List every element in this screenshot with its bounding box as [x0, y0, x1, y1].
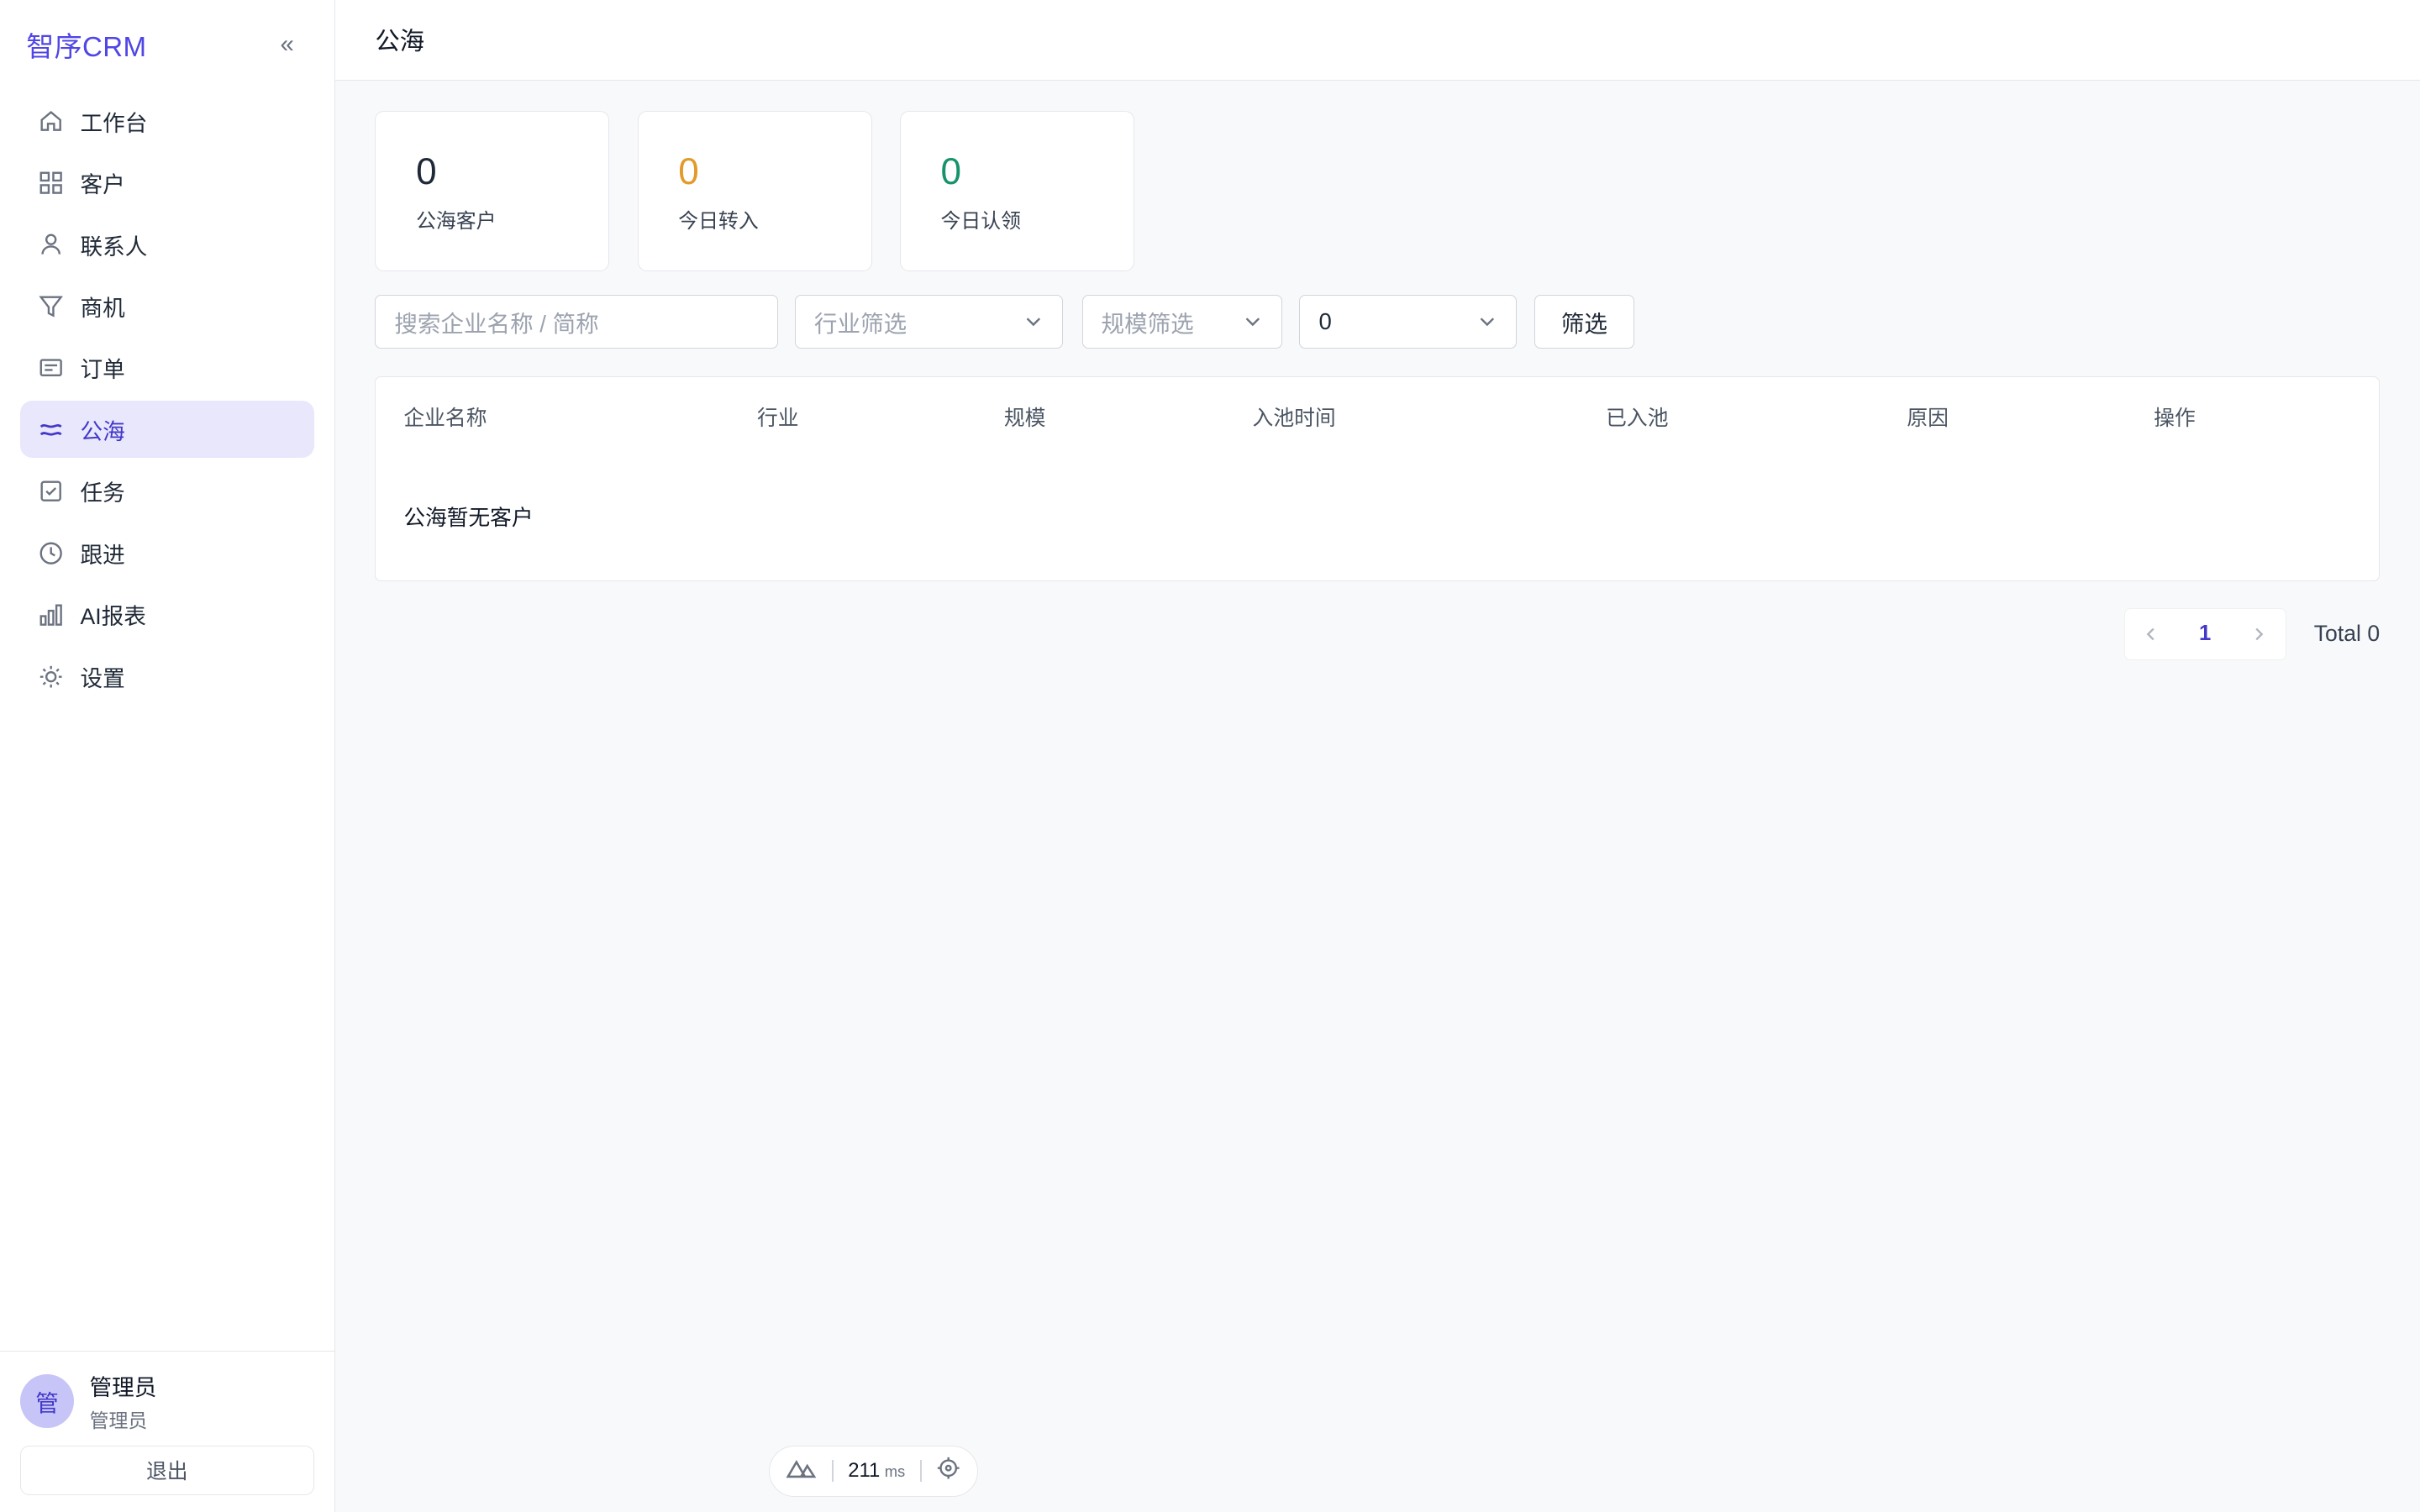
user-role: 管理员 [89, 1410, 148, 1432]
stat-label: 今日转入 [678, 210, 759, 234]
sidebar-item-settings[interactable]: 设置 [20, 648, 314, 705]
page-title: 公海 [375, 28, 425, 56]
search-input[interactable]: 搜索企业名称 / 简称 [375, 294, 778, 349]
chevron-down-icon [1480, 318, 1494, 327]
sidebar-item-label: 联系人 [80, 234, 148, 260]
column-header[interactable]: 操作 [2154, 402, 2196, 432]
sidebar-item-tasks[interactable]: 任务 [20, 463, 314, 520]
funnel-icon [39, 294, 63, 318]
user-name: 管理员 [89, 1374, 157, 1400]
app-root: 智序CRM « 工作台 客户 联系人 商机 订单 公海 任务 跟进 AI报表 设… [0, 0, 2420, 1512]
sidebar-nav: 工作台 客户 联系人 商机 订单 公海 任务 跟进 AI报表 设置 [0, 92, 334, 705]
sun-gear-icon [39, 664, 63, 689]
sidebar-item-label: 工作台 [80, 110, 148, 136]
clock-icon [39, 541, 63, 565]
user-profile: 管 管理员 管理员 [19, 1369, 314, 1434]
column-header[interactable]: 规模 [1004, 402, 1046, 432]
app-title: 智序CRM [26, 32, 147, 64]
sidebar-item-public-pool[interactable]: 公海 [19, 401, 314, 459]
days-select[interactable]: 0 [1299, 294, 1518, 349]
chevron-down-icon [1245, 318, 1260, 327]
receipt-icon [39, 355, 63, 380]
sidebar-item-ai-reports[interactable]: AI报表 [20, 586, 314, 643]
empty-state-text: 公海暂无客户 [403, 507, 534, 531]
stat-value: 0 [678, 151, 699, 193]
render-time-unit: ms [884, 1462, 906, 1481]
divider [919, 1460, 922, 1483]
page-number[interactable]: 1 [2177, 622, 2233, 646]
table-header: 企业名称 行业 规模 入池时间 已入池 原因 操作 [376, 377, 2379, 451]
sidebar-item-label: 客户 [80, 172, 125, 198]
sidebar-item-orders[interactable]: 订单 [20, 339, 314, 396]
stat-card-today-claimed: 0 今日认领 [899, 111, 1134, 272]
sidebar-item-label: 设置 [80, 665, 125, 691]
home-icon [39, 108, 63, 133]
sidebar-item-workbench[interactable]: 工作台 [20, 92, 314, 150]
sidebar-item-label: 任务 [80, 480, 125, 507]
devtools-bar: 211 ms [768, 1445, 979, 1497]
checkbox-icon [39, 479, 63, 503]
column-header[interactable]: 入池时间 [1253, 402, 1336, 432]
sidebar-item-label: 跟进 [80, 542, 125, 568]
sidebar-item-contacts[interactable]: 联系人 [20, 216, 314, 273]
sidebar-item-label: 公海 [80, 418, 125, 444]
sidebar-footer: 管 管理员 管理员 退出 [0, 1351, 334, 1512]
sidebar-item-label: 商机 [80, 296, 125, 322]
pagination: 1 Total 0 [2123, 607, 2381, 661]
stat-value: 0 [940, 151, 962, 193]
chevron-left-icon [2146, 627, 2154, 641]
industry-placeholder: 行业筛选 [813, 310, 908, 337]
pagination-controls: 1 [2123, 607, 2286, 661]
user-icon [39, 232, 63, 256]
sidebar-item-label: 订单 [80, 357, 125, 383]
column-header[interactable]: 行业 [757, 402, 799, 432]
prev-page-button[interactable] [2125, 608, 2177, 660]
days-value: 0 [1318, 307, 1332, 334]
brand-header: 智序CRM « [0, 0, 334, 90]
scale-select[interactable]: 规模筛选 [1081, 294, 1283, 349]
stat-label: 今日认领 [940, 210, 1021, 234]
industry-select[interactable]: 行业筛选 [794, 294, 1064, 349]
search-placeholder: 搜索企业名称 / 简称 [394, 310, 599, 337]
stat-value: 0 [416, 151, 437, 193]
column-header[interactable]: 企业名称 [403, 402, 487, 432]
filter-button[interactable]: 筛选 [1534, 294, 1635, 349]
chevron-right-icon [2255, 627, 2264, 641]
scale-placeholder: 规模筛选 [1101, 310, 1194, 337]
stats-row: 0 公海客户 0 今日转入 0 今日认领 [375, 111, 2380, 272]
sidebar-item-customers[interactable]: 客户 [20, 155, 314, 212]
total-count: Total 0 [2313, 621, 2381, 647]
filter-bar: 搜索企业名称 / 简称 行业筛选 规模筛选 0 筛选 [375, 294, 2380, 349]
grid-icon [39, 171, 63, 195]
crosshair-icon[interactable] [936, 1456, 960, 1486]
stat-label: 公海客户 [416, 210, 497, 234]
stat-card-pool-customers: 0 公海客户 [375, 111, 610, 272]
divider [831, 1460, 834, 1483]
page-header: 公海 [334, 0, 2420, 81]
sidebar-item-label: AI报表 [80, 604, 146, 630]
customer-table: 企业名称 行业 规模 入池时间 已入池 原因 操作 公海暂无客户 [375, 376, 2381, 582]
waves-icon [39, 417, 63, 442]
sidebar: 智序CRM « 工作台 客户 联系人 商机 订单 公海 任务 跟进 AI报表 设… [0, 0, 335, 1512]
main-area: 公海 0 公海客户 0 今日转入 0 今日认领 搜索企业名称 / 简称 行业筛选… [334, 0, 2420, 1512]
render-time-value: 211 [848, 1459, 881, 1483]
column-header[interactable]: 原因 [1907, 402, 1949, 432]
bar-chart-icon [39, 602, 63, 627]
render-time: 211 ms [848, 1459, 905, 1483]
logout-button[interactable]: 退出 [19, 1445, 314, 1495]
nuxt-logo-icon[interactable] [786, 1457, 817, 1485]
page-content: 0 公海客户 0 今日转入 0 今日认领 搜索企业名称 / 简称 行业筛选 规模… [335, 81, 2420, 582]
column-header[interactable]: 已入池 [1606, 402, 1668, 432]
chevron-down-icon [1026, 318, 1040, 327]
avatar: 管 [19, 1373, 75, 1429]
next-page-button[interactable] [2233, 608, 2285, 660]
collapse-sidebar-button[interactable]: « [280, 30, 293, 59]
stat-card-today-transferred: 0 今日转入 [637, 111, 872, 272]
sidebar-item-opportunities[interactable]: 商机 [20, 278, 314, 335]
sidebar-item-followups[interactable]: 跟进 [20, 524, 314, 581]
